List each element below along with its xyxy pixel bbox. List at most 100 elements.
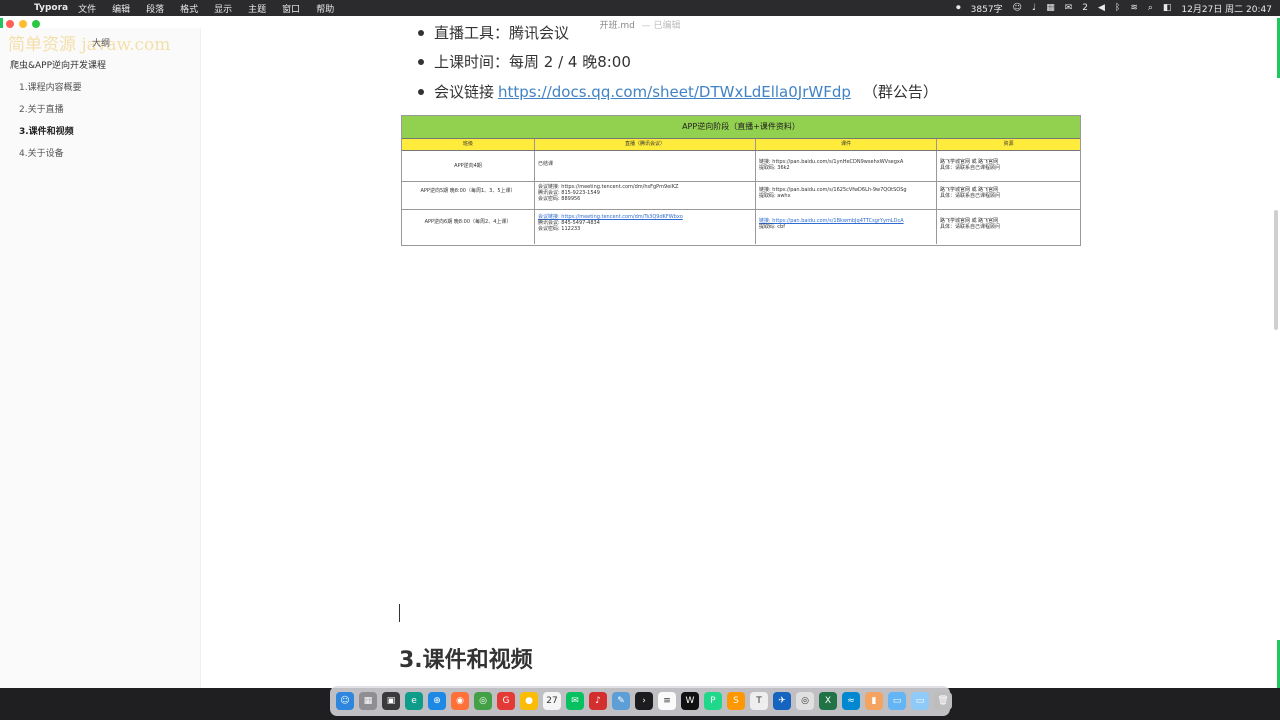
cell-line: 提取码: awhx: [759, 193, 791, 199]
watermark: 简单资源 javaw.com: [8, 35, 171, 55]
editor-area[interactable]: 直播工具：腾讯会议 上课时间：每周 2 / 4 晚8:00 会议链接 https…: [200, 16, 1272, 688]
excel-icon[interactable]: X: [819, 692, 837, 710]
menu-edit[interactable]: 编辑: [112, 2, 130, 15]
wechat-icon[interactable]: ✉: [566, 692, 584, 710]
cell-line: 会议密码: 889956: [538, 196, 581, 202]
clock[interactable]: 12月27日 周二 20:47: [1181, 2, 1272, 15]
menu-window[interactable]: 窗口: [282, 2, 300, 15]
menu-format[interactable]: 格式: [180, 2, 198, 15]
list-item-text: 上课时间：每周 2 / 4 晚8:00: [434, 53, 631, 71]
text-cursor: [399, 604, 400, 622]
mission-control-icon[interactable]: ▣: [382, 692, 400, 710]
app-name-menu[interactable]: Typora: [34, 3, 68, 13]
netease-music-icon[interactable]: ♪: [589, 692, 607, 710]
text-file-icon[interactable]: ≡: [658, 692, 676, 710]
table-header-cell: 班级: [402, 139, 535, 150]
wifi-icon[interactable]: ≋: [1130, 3, 1138, 13]
course-table-image: APP逆向阶段（直播+课件资料） 班级 直播（腾讯会议） 课件 资源 APP逆向…: [401, 115, 1081, 246]
app-red-icon[interactable]: G: [497, 692, 515, 710]
table-cell: 路飞学城官网 或 路飞官网 具体：请联系自己课程顾问: [937, 151, 1080, 181]
chrome-green-icon[interactable]: ◎: [474, 692, 492, 710]
cell-line: 具体：请联系自己课程顾问: [940, 165, 1001, 171]
tab-outline[interactable]: 大纲: [92, 36, 110, 49]
list-item-text: 直播工具：腾讯会议: [434, 24, 570, 42]
outline-sidebar: 简单资源 javaw.com 大纲 爬虫&APP逆向开发课程 1.课程内容概要 …: [0, 28, 201, 688]
pycharm-icon[interactable]: P: [704, 692, 722, 710]
safari-icon[interactable]: ⊕: [428, 692, 446, 710]
outline-item[interactable]: 1.课程内容概要: [10, 80, 106, 93]
bluetooth-icon[interactable]: ᛒ: [1115, 3, 1120, 13]
volume-icon[interactable]: ◀: [1098, 3, 1105, 13]
cell-line: 具体：请联系自己课程顾问: [940, 224, 1001, 230]
outline-item[interactable]: 2.关于直播: [10, 102, 106, 115]
menu-help[interactable]: 帮助: [316, 2, 334, 15]
outline-item-active[interactable]: 3.课件和视频: [10, 124, 106, 137]
menu-view[interactable]: 显示: [214, 2, 232, 15]
edge-icon[interactable]: e: [405, 692, 423, 710]
cell-line: 会议密码: 112233: [538, 226, 581, 232]
control-center-icon[interactable]: ◧: [1163, 3, 1172, 13]
terminal-icon[interactable]: ›: [635, 692, 653, 710]
archive-icon[interactable]: ▮: [865, 692, 883, 710]
status-tray: ⏺ 3857字 ☺ ♩ ▦ ✉ 2 ◀ ᛒ ≋ ⌕ ◧ 12月27日 周二 20…: [946, 0, 1272, 16]
finder-icon[interactable]: ☺: [336, 692, 354, 710]
cell-line: 提取码: cbf: [759, 224, 785, 230]
table-cell: 链接: https://pan.baidu.com/s/1ynHeCDN9wse…: [756, 151, 937, 181]
menu-paragraph[interactable]: 段落: [146, 2, 164, 15]
emoji-icon[interactable]: ☺: [1013, 3, 1022, 13]
menu-file[interactable]: 文件: [78, 2, 96, 15]
preview-icon[interactable]: ✎: [612, 692, 630, 710]
trash-icon[interactable]: 🗑: [934, 692, 952, 710]
table-cell: 会议链接: https://meeting.tencent.com/dm/Ts3…: [535, 210, 756, 244]
folder-icon[interactable]: ▭: [888, 692, 906, 710]
outline-item[interactable]: 4.关于设备: [10, 146, 106, 159]
table-header: 班级 直播（腾讯会议） 课件 资源: [402, 139, 1080, 151]
wechat-badge: 2: [1082, 3, 1088, 13]
list-item: 会议链接 https://docs.qq.com/sheet/DTWxLdEll…: [418, 81, 938, 102]
table-cell: 会议链接: https://meeting.tencent.com/dm/hsF…: [535, 182, 756, 209]
table-cell: 路飞学城官网 或 路飞官网 具体：请联系自己课程顾问: [937, 210, 1080, 244]
mic-icon[interactable]: ♩: [1032, 3, 1036, 13]
calendar-icon[interactable]: 27: [543, 692, 561, 710]
typora-icon[interactable]: T: [750, 692, 768, 710]
firefox-icon[interactable]: ◉: [451, 692, 469, 710]
table-cell: APP逆向6期 晚8:00（每周2、4上课）: [402, 210, 535, 244]
webstorm-icon[interactable]: W: [681, 692, 699, 710]
table-header-cell: 课件: [756, 139, 937, 150]
table-row: APP逆向6期 晚8:00（每周2、4上课） 会议链接: https://mee…: [402, 210, 1080, 244]
table-header-cell: 直播（腾讯会议）: [535, 139, 756, 150]
chrome-alt-icon[interactable]: ◎: [796, 692, 814, 710]
table-row: APP逆向4期 已结课 链接: https://pan.baidu.com/s/…: [402, 151, 1080, 182]
table-title: APP逆向阶段（直播+课件资料）: [402, 116, 1080, 139]
vertical-scrollbar[interactable]: [1274, 210, 1278, 330]
outline-list: 爬虫&APP逆向开发课程 1.课程内容概要 2.关于直播 3.课件和视频 4.关…: [10, 58, 106, 168]
sublime-icon[interactable]: S: [727, 692, 745, 710]
cell-line: 已结课: [538, 161, 554, 167]
bullet-dot: [418, 58, 424, 65]
table-cell: 已结课: [535, 151, 756, 181]
search-icon[interactable]: ⌕: [1148, 3, 1153, 13]
word-count: 3857字: [970, 4, 1003, 15]
bullet-dot: [418, 88, 424, 95]
table-header-cell: 资源: [1003, 141, 1014, 147]
table-cell: 路飞学城官网 或 路飞官网 具体：请联系自己课程顾问: [937, 182, 1080, 209]
grid-icon[interactable]: ▦: [1046, 3, 1055, 13]
app-blue-icon[interactable]: ✈: [773, 692, 791, 710]
folder-downloads-icon[interactable]: ▭: [911, 692, 929, 710]
chrome-icon[interactable]: ●: [520, 692, 538, 710]
table-cell: 链接: https://pan.baidu.com/s/1625cVfwD6Lh…: [756, 182, 937, 209]
outline-item[interactable]: 爬虫&APP逆向开发课程: [10, 58, 106, 71]
table-cell: 链接: https://pan.baidu.com/s/1BkwmbJq4TTC…: [756, 210, 937, 244]
table-cell: APP逆向5期 晚8:00（每周1、3、5上课）: [402, 182, 535, 209]
section-heading: 3.课件和视频: [399, 648, 533, 673]
cell-line: 具体：请联系自己课程顾问: [940, 193, 1001, 199]
table-row: APP逆向5期 晚8:00（每周1、3、5上课） 会议链接: https://m…: [402, 182, 1080, 210]
meeting-link[interactable]: https://docs.qq.com/sheet/DTWxLdElla0JrW…: [498, 83, 851, 101]
menu-theme[interactable]: 主题: [248, 2, 266, 15]
app-wave-icon[interactable]: ≈: [842, 692, 860, 710]
screen-record-icon[interactable]: ⏺: [956, 3, 961, 13]
wechat-tray-icon[interactable]: ✉: [1065, 3, 1073, 13]
list-item: 直播工具：腾讯会议: [418, 22, 569, 43]
list-item-text: 会议链接: [434, 83, 495, 101]
launchpad-icon[interactable]: ▦: [359, 692, 377, 710]
